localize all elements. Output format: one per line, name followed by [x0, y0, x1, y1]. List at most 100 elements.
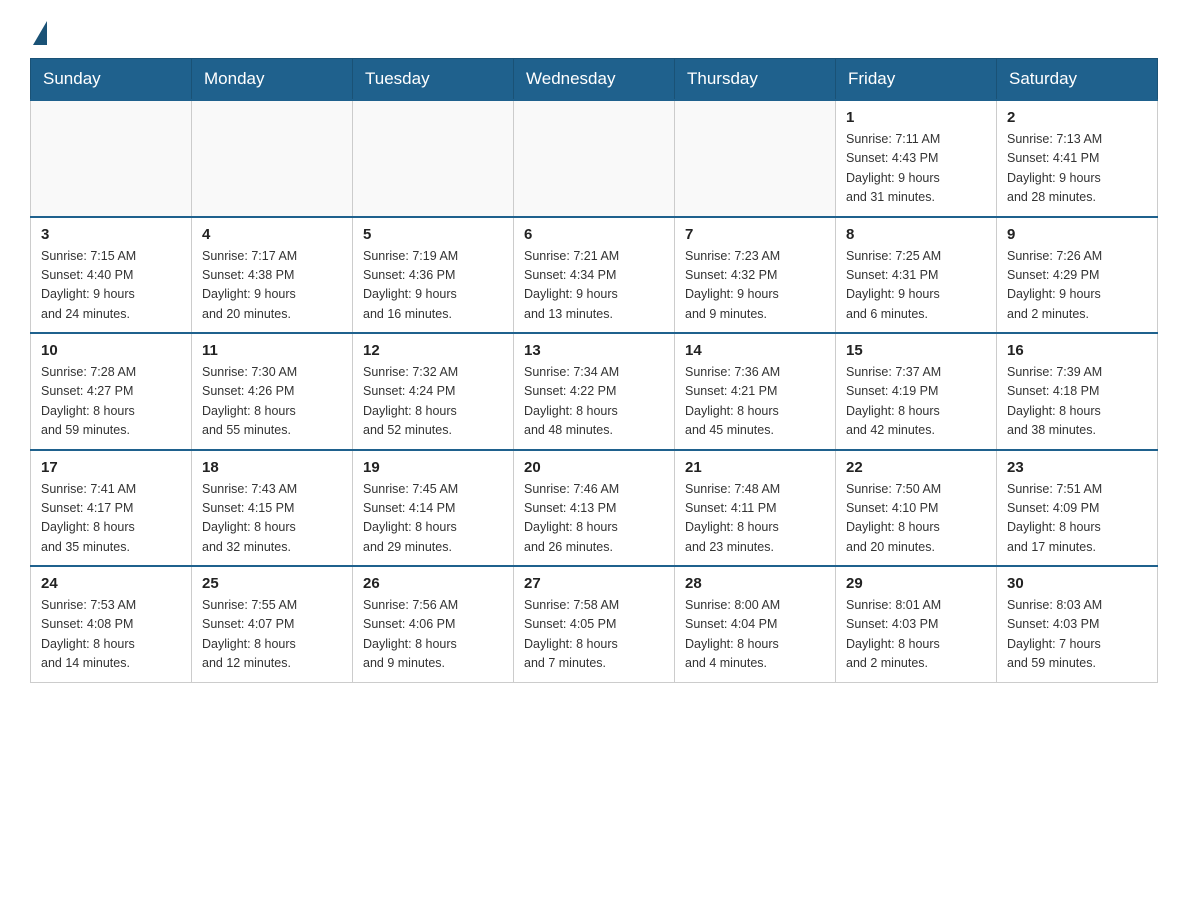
day-info: Sunrise: 7:34 AM Sunset: 4:22 PM Dayligh… — [524, 363, 664, 441]
day-number: 8 — [846, 226, 986, 243]
day-number: 30 — [1007, 575, 1147, 592]
day-info: Sunrise: 7:23 AM Sunset: 4:32 PM Dayligh… — [685, 247, 825, 325]
day-info: Sunrise: 7:37 AM Sunset: 4:19 PM Dayligh… — [846, 363, 986, 441]
day-number: 23 — [1007, 459, 1147, 476]
calendar-cell: 29 Sunrise: 8:01 AM Sunset: 4:03 PM Dayli… — [836, 566, 997, 682]
calendar-cell — [353, 100, 514, 217]
page-header — [30, 20, 1158, 40]
day-number: 28 — [685, 575, 825, 592]
day-info: Sunrise: 7:11 AM Sunset: 4:43 PM Dayligh… — [846, 130, 986, 208]
weekday-header-wednesday: Wednesday — [514, 59, 675, 101]
week-row-5: 24 Sunrise: 7:53 AM Sunset: 4:08 PM Dayli… — [31, 566, 1158, 682]
day-number: 5 — [363, 226, 503, 243]
week-row-3: 10 Sunrise: 7:28 AM Sunset: 4:27 PM Dayli… — [31, 333, 1158, 450]
day-number: 10 — [41, 342, 181, 359]
day-info: Sunrise: 7:56 AM Sunset: 4:06 PM Dayligh… — [363, 596, 503, 674]
day-number: 20 — [524, 459, 664, 476]
day-number: 7 — [685, 226, 825, 243]
calendar-header-row: SundayMondayTuesdayWednesdayThursdayFrid… — [31, 59, 1158, 101]
day-info: Sunrise: 7:21 AM Sunset: 4:34 PM Dayligh… — [524, 247, 664, 325]
calendar-cell: 22 Sunrise: 7:50 AM Sunset: 4:10 PM Dayli… — [836, 450, 997, 567]
day-info: Sunrise: 7:41 AM Sunset: 4:17 PM Dayligh… — [41, 480, 181, 558]
week-row-1: 1 Sunrise: 7:11 AM Sunset: 4:43 PM Daylig… — [31, 100, 1158, 217]
day-info: Sunrise: 7:19 AM Sunset: 4:36 PM Dayligh… — [363, 247, 503, 325]
calendar-cell: 9 Sunrise: 7:26 AM Sunset: 4:29 PM Daylig… — [997, 217, 1158, 334]
day-info: Sunrise: 7:36 AM Sunset: 4:21 PM Dayligh… — [685, 363, 825, 441]
day-number: 16 — [1007, 342, 1147, 359]
day-number: 29 — [846, 575, 986, 592]
day-number: 27 — [524, 575, 664, 592]
day-info: Sunrise: 8:00 AM Sunset: 4:04 PM Dayligh… — [685, 596, 825, 674]
calendar-cell: 10 Sunrise: 7:28 AM Sunset: 4:27 PM Dayli… — [31, 333, 192, 450]
calendar-cell — [192, 100, 353, 217]
calendar-cell: 5 Sunrise: 7:19 AM Sunset: 4:36 PM Daylig… — [353, 217, 514, 334]
calendar-cell: 11Sunrise: 7:30 AM Sunset: 4:26 PM Dayli… — [192, 333, 353, 450]
day-number: 11 — [202, 342, 342, 359]
day-number: 9 — [1007, 226, 1147, 243]
day-info: Sunrise: 7:46 AM Sunset: 4:13 PM Dayligh… — [524, 480, 664, 558]
calendar-cell: 1 Sunrise: 7:11 AM Sunset: 4:43 PM Daylig… — [836, 100, 997, 217]
day-number: 17 — [41, 459, 181, 476]
calendar-table: SundayMondayTuesdayWednesdayThursdayFrid… — [30, 58, 1158, 683]
calendar-cell: 28 Sunrise: 8:00 AM Sunset: 4:04 PM Dayli… — [675, 566, 836, 682]
calendar-cell — [675, 100, 836, 217]
day-info: Sunrise: 7:45 AM Sunset: 4:14 PM Dayligh… — [363, 480, 503, 558]
weekday-header-thursday: Thursday — [675, 59, 836, 101]
calendar-cell: 23 Sunrise: 7:51 AM Sunset: 4:09 PM Dayli… — [997, 450, 1158, 567]
day-info: Sunrise: 8:03 AM Sunset: 4:03 PM Dayligh… — [1007, 596, 1147, 674]
weekday-header-tuesday: Tuesday — [353, 59, 514, 101]
week-row-2: 3Sunrise: 7:15 AM Sunset: 4:40 PM Daylig… — [31, 217, 1158, 334]
day-info: Sunrise: 7:28 AM Sunset: 4:27 PM Dayligh… — [41, 363, 181, 441]
logo — [30, 20, 48, 40]
day-info: Sunrise: 7:43 AM Sunset: 4:15 PM Dayligh… — [202, 480, 342, 558]
calendar-cell: 24 Sunrise: 7:53 AM Sunset: 4:08 PM Dayli… — [31, 566, 192, 682]
day-number: 19 — [363, 459, 503, 476]
calendar-cell: 2 Sunrise: 7:13 AM Sunset: 4:41 PM Daylig… — [997, 100, 1158, 217]
calendar-cell — [31, 100, 192, 217]
calendar-cell: 21 Sunrise: 7:48 AM Sunset: 4:11 PM Dayli… — [675, 450, 836, 567]
day-info: Sunrise: 7:53 AM Sunset: 4:08 PM Dayligh… — [41, 596, 181, 674]
calendar-cell: 13 Sunrise: 7:34 AM Sunset: 4:22 PM Dayli… — [514, 333, 675, 450]
day-info: Sunrise: 7:51 AM Sunset: 4:09 PM Dayligh… — [1007, 480, 1147, 558]
day-number: 1 — [846, 109, 986, 126]
calendar-cell: 12Sunrise: 7:32 AM Sunset: 4:24 PM Dayli… — [353, 333, 514, 450]
calendar-cell: 19 Sunrise: 7:45 AM Sunset: 4:14 PM Dayli… — [353, 450, 514, 567]
weekday-header-friday: Friday — [836, 59, 997, 101]
calendar-cell: 4Sunrise: 7:17 AM Sunset: 4:38 PM Daylig… — [192, 217, 353, 334]
day-number: 13 — [524, 342, 664, 359]
day-info: Sunrise: 7:39 AM Sunset: 4:18 PM Dayligh… — [1007, 363, 1147, 441]
day-number: 24 — [41, 575, 181, 592]
day-info: Sunrise: 7:15 AM Sunset: 4:40 PM Dayligh… — [41, 247, 181, 325]
calendar-cell: 20 Sunrise: 7:46 AM Sunset: 4:13 PM Dayli… — [514, 450, 675, 567]
day-number: 18 — [202, 459, 342, 476]
day-number: 4 — [202, 226, 342, 243]
day-number: 26 — [363, 575, 503, 592]
day-info: Sunrise: 7:50 AM Sunset: 4:10 PM Dayligh… — [846, 480, 986, 558]
day-info: Sunrise: 7:25 AM Sunset: 4:31 PM Dayligh… — [846, 247, 986, 325]
day-number: 21 — [685, 459, 825, 476]
day-info: Sunrise: 7:58 AM Sunset: 4:05 PM Dayligh… — [524, 596, 664, 674]
logo-triangle-icon — [33, 21, 47, 45]
calendar-cell: 7 Sunrise: 7:23 AM Sunset: 4:32 PM Daylig… — [675, 217, 836, 334]
day-info: Sunrise: 7:26 AM Sunset: 4:29 PM Dayligh… — [1007, 247, 1147, 325]
calendar-cell: 6 Sunrise: 7:21 AM Sunset: 4:34 PM Daylig… — [514, 217, 675, 334]
day-number: 22 — [846, 459, 986, 476]
day-info: Sunrise: 7:13 AM Sunset: 4:41 PM Dayligh… — [1007, 130, 1147, 208]
calendar-cell: 14 Sunrise: 7:36 AM Sunset: 4:21 PM Dayli… — [675, 333, 836, 450]
weekday-header-sunday: Sunday — [31, 59, 192, 101]
calendar-cell: 17 Sunrise: 7:41 AM Sunset: 4:17 PM Dayli… — [31, 450, 192, 567]
day-info: Sunrise: 7:55 AM Sunset: 4:07 PM Dayligh… — [202, 596, 342, 674]
calendar-cell: 27 Sunrise: 7:58 AM Sunset: 4:05 PM Dayli… — [514, 566, 675, 682]
calendar-cell: 25 Sunrise: 7:55 AM Sunset: 4:07 PM Dayli… — [192, 566, 353, 682]
day-number: 15 — [846, 342, 986, 359]
calendar-cell: 18 Sunrise: 7:43 AM Sunset: 4:15 PM Dayli… — [192, 450, 353, 567]
day-number: 25 — [202, 575, 342, 592]
day-info: Sunrise: 7:48 AM Sunset: 4:11 PM Dayligh… — [685, 480, 825, 558]
day-info: Sunrise: 8:01 AM Sunset: 4:03 PM Dayligh… — [846, 596, 986, 674]
day-number: 14 — [685, 342, 825, 359]
calendar-cell: 15 Sunrise: 7:37 AM Sunset: 4:19 PM Dayli… — [836, 333, 997, 450]
day-number: 6 — [524, 226, 664, 243]
day-number: 2 — [1007, 109, 1147, 126]
week-row-4: 17 Sunrise: 7:41 AM Sunset: 4:17 PM Dayli… — [31, 450, 1158, 567]
day-number: 12 — [363, 342, 503, 359]
